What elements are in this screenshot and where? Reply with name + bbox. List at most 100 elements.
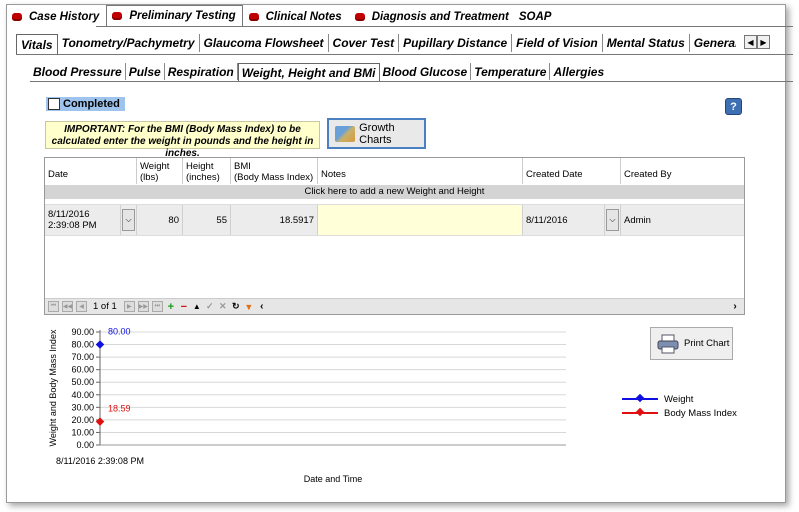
legend-bmi-line <box>622 407 658 417</box>
first-page-icon[interactable]: ⏮ <box>48 301 59 312</box>
tab-vitals[interactable]: Vitals <box>16 34 58 54</box>
next-page-icon[interactable]: ▶ <box>123 301 135 312</box>
add-new-row-button[interactable]: Click here to add a new Weight and Heigh… <box>45 185 744 199</box>
chart-y-tick-label: 30.00 <box>71 402 94 412</box>
move-up-icon[interactable]: ▲ <box>192 302 202 312</box>
growth-charts-button[interactable]: Growth Charts <box>327 118 426 149</box>
cell-height[interactable]: 55 <box>183 205 231 235</box>
tab-divider <box>16 54 793 55</box>
table-row[interactable]: 8/11/2016 2:39:08 PM ⌵ 80 55 18.5917 8/1… <box>45 204 744 236</box>
chart-y-axis-label: Weight and Body Mass Index <box>48 329 58 446</box>
tab-pulse[interactable]: Pulse <box>126 63 165 80</box>
chart-y-ticks: 90.00 80.00 70.00 60.00 50.00 40.00 30.00 20.00… <box>71 327 100 450</box>
tab-respiration[interactable]: Respiration <box>165 63 238 80</box>
chart-y-tick-label: 80.00 <box>71 340 94 350</box>
weight-height-grid: Date Weight (lbs) Height (inches) BMI (B… <box>44 157 745 315</box>
next-page-group-icon[interactable]: ▶▶ <box>137 301 149 312</box>
tab-temperature[interactable]: Temperature <box>471 63 551 80</box>
tab-allergies[interactable]: Allergies <box>550 63 607 80</box>
column-header-notes[interactable]: Notes <box>318 158 523 184</box>
cell-created-by: Admin <box>624 214 651 226</box>
tab-clinical-notes[interactable]: Clinical Notes <box>243 7 349 26</box>
red-record-icon <box>12 13 22 21</box>
cell-created-date[interactable]: 8/11/2016 <box>523 205 605 235</box>
chart-y-tick-label: 0.00 <box>76 440 94 450</box>
chevron-right-icon: ▶ <box>760 37 767 47</box>
page-indicator: 1 of 1 <box>93 301 117 312</box>
tab-scroll-right-button[interactable]: ▶ <box>757 35 770 49</box>
tab-scroll-left-button[interactable]: ◀ <box>744 35 757 49</box>
printer-icon <box>657 334 679 354</box>
tab-cover-test[interactable]: Cover Test <box>329 34 400 52</box>
filter-icon[interactable]: ▼ <box>244 302 254 312</box>
chart-y-tick-label: 20.00 <box>71 415 94 425</box>
column-header-bmi[interactable]: BMI (Body Mass Index) <box>231 158 318 184</box>
cell-weight[interactable]: 80 <box>137 205 183 235</box>
legend-item-weight: Weight <box>622 392 737 406</box>
tab-glaucoma-flowsheet[interactable]: Glaucoma Flowsheet <box>200 34 329 52</box>
grid-pager: ⏮ ◀◀ ◀ 1 of 1 ▶ ▶▶ ⏭ + − ▲ ✓ ✕ ↻ ▼ ‹ › <box>45 298 744 314</box>
tab-blood-glucose[interactable]: Blood Glucose <box>380 63 472 80</box>
edit-record-icon[interactable]: ✓ <box>205 301 215 312</box>
help-icon[interactable]: ? <box>725 98 742 115</box>
chart-y-tick-label: 60.00 <box>71 365 94 375</box>
tab-divider <box>96 26 793 27</box>
chart-y-tick-label: 10.00 <box>71 427 94 437</box>
tab-blood-pressure[interactable]: Blood Pressure <box>30 63 126 80</box>
column-header-date[interactable]: Date <box>45 158 137 184</box>
legend-weight-line <box>622 393 658 403</box>
tab-soap[interactable]: SOAP <box>516 7 559 26</box>
previous-page-group-icon[interactable]: ◀◀ <box>62 301 73 312</box>
created-date-dropdown-button[interactable]: ⌵ <box>605 205 621 235</box>
chart-y-tick-label: 50.00 <box>71 377 94 387</box>
scroll-left-icon[interactable]: ‹ <box>257 301 267 312</box>
completed-checkbox[interactable]: Completed <box>46 97 125 111</box>
cell-date[interactable]: 8/11/2016 2:39:08 PM <box>45 205 121 235</box>
column-header-created-date[interactable]: Created Date <box>523 158 621 184</box>
chart-gridlines <box>99 330 566 446</box>
chart-y-tick-label: 70.00 <box>71 352 94 362</box>
refresh-icon[interactable]: ↻ <box>231 301 241 312</box>
add-record-icon[interactable]: + <box>166 301 176 313</box>
checkbox-icon <box>48 98 60 110</box>
tab-weight-height-bmi[interactable]: Weight, Height and BMi <box>237 63 380 82</box>
chevron-down-icon: ⌵ <box>606 209 619 231</box>
bmi-data-point[interactable] <box>95 417 105 426</box>
tab-preliminary-testing[interactable]: Preliminary Testing <box>106 5 243 26</box>
weight-data-point[interactable] <box>95 340 105 349</box>
chart-series: 80.00 18.59 <box>95 327 131 426</box>
tab-case-history[interactable]: Case History <box>6 7 106 26</box>
last-page-icon[interactable]: ⏭ <box>151 301 163 312</box>
vitals-tab-bar: Blood Pressure Pulse Respiration Weight,… <box>30 63 607 82</box>
tab-pupillary-distance[interactable]: Pupillary Distance <box>399 34 513 52</box>
secondary-tab-bar: Vitals Tonometry/Pachymetry Glaucoma Flo… <box>16 34 736 54</box>
tab-mental-status[interactable]: Mental Status <box>603 34 690 52</box>
chevron-left-icon: ◀ <box>747 37 754 47</box>
column-header-height[interactable]: Height (inches) <box>183 158 231 184</box>
chart-x-tick-label: 8/11/2016 2:39:08 PM <box>56 456 144 466</box>
date-dropdown-button[interactable]: ⌵ <box>121 205 137 235</box>
red-record-icon <box>354 13 365 21</box>
cancel-edit-icon[interactable]: ✕ <box>218 301 228 312</box>
tab-general-medical-observation[interactable]: General Medical Observatio <box>690 34 736 52</box>
red-record-icon <box>112 12 123 20</box>
red-record-icon <box>248 13 259 21</box>
top-tab-bar: Case History Preliminary Testing Clinica… <box>6 5 559 26</box>
cell-bmi: 18.5917 <box>231 205 318 235</box>
previous-page-icon[interactable]: ◀ <box>76 301 87 312</box>
chart-x-axis-label: Date and Time <box>304 474 363 484</box>
tab-field-of-vision[interactable]: Field of Vision <box>512 34 603 52</box>
cell-notes[interactable] <box>318 205 523 235</box>
bmi-data-label: 18.59 <box>108 404 131 414</box>
chevron-down-icon: ⌵ <box>122 209 135 231</box>
print-chart-button[interactable]: Print Chart <box>650 327 733 360</box>
tab-tonometry-pachymetry[interactable]: Tonometry/Pachymetry <box>58 34 200 52</box>
chart-y-tick-label: 90.00 <box>71 327 94 337</box>
bmi-instruction-note: IMPORTANT: For the BMI (Body Mass Index)… <box>45 121 320 159</box>
tab-diagnosis-and-treatment[interactable]: Diagnosis and Treatment <box>349 7 516 26</box>
scroll-right-icon[interactable]: › <box>730 301 740 312</box>
chart-legend: Weight Body Mass Index <box>622 392 737 420</box>
column-header-weight[interactable]: Weight (lbs) <box>137 158 183 184</box>
column-header-created-by[interactable]: Created By <box>621 158 744 184</box>
delete-record-icon[interactable]: − <box>179 301 189 313</box>
